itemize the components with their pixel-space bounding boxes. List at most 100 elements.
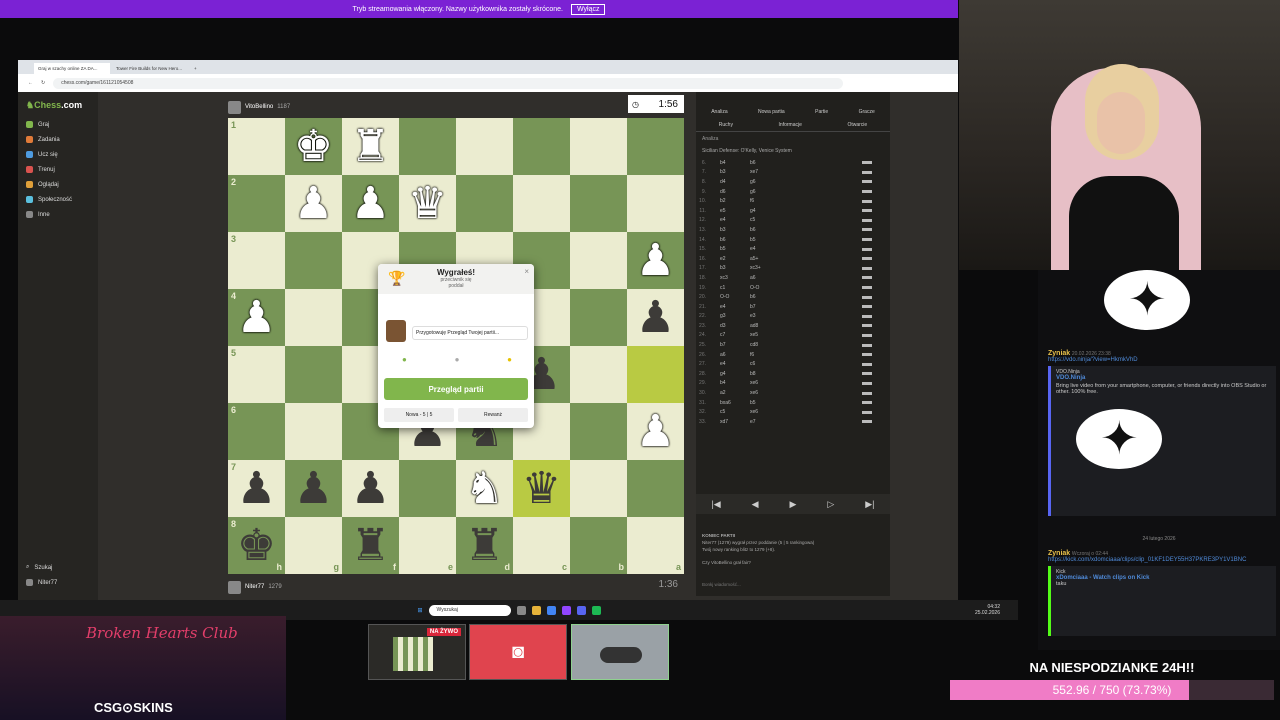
- taskview-icon[interactable]: [516, 605, 526, 615]
- rematch-button[interactable]: Rewanż: [458, 408, 528, 422]
- chess-piece[interactable]: ♟: [294, 179, 333, 228]
- board-square[interactable]: ♟: [285, 460, 342, 517]
- chess-piece[interactable]: ♟: [636, 407, 675, 456]
- sidebar-item-0[interactable]: Graj: [18, 117, 98, 132]
- new-tab-icon[interactable]: +: [190, 63, 204, 74]
- board-square[interactable]: ♟: [285, 175, 342, 232]
- move[interactable]: bxa6: [706, 400, 750, 406]
- chess-logo[interactable]: ♞Chess.com: [18, 92, 98, 117]
- move[interactable]: b7: [706, 342, 750, 348]
- chrome-icon[interactable]: [546, 605, 556, 615]
- move[interactable]: b5: [750, 400, 790, 406]
- chess-piece[interactable]: ♚: [237, 521, 276, 570]
- board-square[interactable]: [570, 118, 627, 175]
- move[interactable]: c5: [706, 409, 750, 415]
- move[interactable]: xe6: [750, 390, 790, 396]
- board-square[interactable]: [627, 460, 684, 517]
- board-square[interactable]: ♟: [342, 460, 399, 517]
- board-square[interactable]: ♟: [627, 403, 684, 460]
- message-author[interactable]: Zyniak: [1048, 350, 1070, 357]
- board-square[interactable]: d ♜: [456, 517, 513, 574]
- game-review-button[interactable]: Przegląd partii: [384, 378, 528, 400]
- board-square[interactable]: 4 ♟: [228, 289, 285, 346]
- thumbnail-chess[interactable]: NA ŻYWO: [368, 624, 466, 680]
- reload-icon[interactable]: ↻: [41, 80, 45, 86]
- message-link[interactable]: https://kick.com/xdomciaaa/clips/clip_01…: [1048, 557, 1276, 563]
- browser-tab-chess[interactable]: Graj w szachy online ZA DA...: [34, 63, 110, 74]
- move[interactable]: a5+: [750, 256, 790, 262]
- move[interactable]: b6: [750, 227, 790, 233]
- move[interactable]: g3: [706, 313, 750, 319]
- close-icon[interactable]: ×: [524, 267, 529, 276]
- chess-piece[interactable]: ♟: [351, 464, 390, 513]
- chess-piece[interactable]: ♟: [294, 464, 333, 513]
- chess-piece[interactable]: ♟: [237, 464, 276, 513]
- sidebar-item-1[interactable]: Zadania: [18, 132, 98, 147]
- tab-info[interactable]: Informacje: [779, 122, 802, 128]
- move[interactable]: g6: [750, 189, 790, 195]
- board-square[interactable]: f ♜: [342, 517, 399, 574]
- move[interactable]: a6: [750, 275, 790, 281]
- move[interactable]: c5: [750, 217, 790, 223]
- folder-icon[interactable]: [531, 605, 541, 615]
- board-square[interactable]: [570, 403, 627, 460]
- board-square[interactable]: ♛: [513, 460, 570, 517]
- tab-new-game[interactable]: Nowa partia: [758, 109, 785, 115]
- embed-title[interactable]: VDO.Ninja: [1056, 375, 1271, 381]
- board-square[interactable]: ♜: [342, 118, 399, 175]
- move[interactable]: e5: [706, 208, 750, 214]
- chess-piece[interactable]: ♜: [351, 122, 390, 171]
- tab-players[interactable]: Gracze: [859, 109, 875, 115]
- new-game-button[interactable]: Nowa - 5 | 5: [384, 408, 454, 422]
- thumbnail-discord[interactable]: ◙: [469, 624, 567, 680]
- move[interactable]: b4: [706, 160, 750, 166]
- move[interactable]: b6: [750, 160, 790, 166]
- chess-piece[interactable]: ♟: [351, 179, 390, 228]
- message-link[interactable]: https://vdo.ninja/?view=HkmkVhD: [1048, 357, 1276, 363]
- tab-games[interactable]: Partie: [815, 109, 828, 115]
- move[interactable]: c7: [706, 332, 750, 338]
- move[interactable]: e4: [750, 246, 790, 252]
- spotify-icon[interactable]: [591, 605, 601, 615]
- board-square[interactable]: 6: [228, 403, 285, 460]
- move[interactable]: b6: [706, 237, 750, 243]
- sidebar-item-6[interactable]: Inne: [18, 207, 98, 222]
- board-square[interactable]: [570, 232, 627, 289]
- move[interactable]: b5: [706, 246, 750, 252]
- chess-piece[interactable]: ♜: [465, 521, 504, 570]
- move[interactable]: xe5: [750, 332, 790, 338]
- board-square[interactable]: c: [513, 517, 570, 574]
- move[interactable]: xc3: [706, 275, 750, 281]
- move[interactable]: b2: [706, 198, 750, 204]
- move[interactable]: d6: [706, 189, 750, 195]
- move[interactable]: g6: [750, 179, 790, 185]
- last-move-icon[interactable]: ▶|: [865, 499, 874, 510]
- chess-piece[interactable]: ♞: [465, 464, 504, 513]
- board-square[interactable]: [627, 346, 684, 403]
- prev-move-icon[interactable]: ◀: [752, 499, 759, 510]
- move[interactable]: xe6: [750, 409, 790, 415]
- move[interactable]: cd8: [750, 342, 790, 348]
- chess-piece[interactable]: ♟: [237, 293, 276, 342]
- board-square[interactable]: [513, 118, 570, 175]
- address-bar[interactable]: chess.com/game/161121054508: [53, 77, 844, 89]
- move[interactable]: b5: [750, 237, 790, 243]
- board-square[interactable]: [570, 289, 627, 346]
- chess-piece[interactable]: ♚: [294, 122, 333, 171]
- move[interactable]: g4: [750, 208, 790, 214]
- first-move-icon[interactable]: |◀: [711, 499, 720, 510]
- move[interactable]: e2: [706, 256, 750, 262]
- chess-piece[interactable]: ♛: [522, 464, 561, 513]
- message-author[interactable]: Zyniak: [1048, 550, 1070, 557]
- move[interactable]: a6: [706, 352, 750, 358]
- opponent-name[interactable]: VitoBellino: [245, 104, 273, 110]
- thumbnail-car[interactable]: [571, 624, 669, 680]
- move[interactable]: b4: [706, 380, 750, 386]
- disable-stream-mode-button[interactable]: Wyłącz: [570, 3, 606, 15]
- move[interactable]: ad8: [750, 323, 790, 329]
- board-square[interactable]: [570, 460, 627, 517]
- move[interactable]: O-O: [750, 285, 790, 291]
- sidebar-item-2[interactable]: Ucz się: [18, 147, 98, 162]
- move[interactable]: d3: [706, 323, 750, 329]
- board-square[interactable]: ♚: [285, 118, 342, 175]
